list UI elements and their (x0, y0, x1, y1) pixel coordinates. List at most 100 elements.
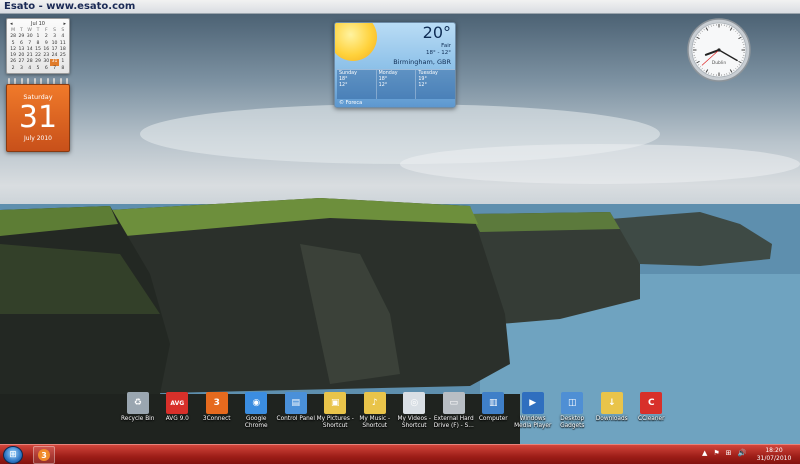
desktop-icon-avg[interactable]: AVG AVG 9.0 (158, 392, 198, 430)
desktop-icon-label-line: Chrome (244, 423, 268, 429)
taskbar-time: 18:20 (765, 447, 783, 454)
desktop-icon-label: Recycle Bin (121, 416, 154, 423)
windows-orb-icon[interactable]: ⊞ (3, 446, 23, 464)
system-tray: ▲ ⚑ ⊞ 🔊 (702, 449, 746, 457)
desktop-icon-recycle-bin[interactable]: ♻ Recycle Bin (118, 392, 158, 430)
desktop-icon-label-line: Windows (519, 416, 546, 422)
desktop-icon-label: Control Panel (277, 416, 315, 423)
3connect-icon: 3 (205, 392, 228, 414)
desktop-icon-label-line: Shortcut (401, 423, 427, 429)
chrome-icon: ◉ (245, 392, 268, 414)
computer-icon: ▥ (482, 392, 505, 414)
desktop-icon-my-pictures[interactable]: ▣ My Pictures - Shortcut (316, 392, 356, 430)
desktop-icon-label-line: My Videos - (397, 416, 431, 422)
desktop-icon-label-line: My Music - (359, 416, 391, 422)
sun-icon (335, 23, 377, 61)
3connect-taskbar-icon: 3 (38, 449, 50, 461)
desktop-icon-label: Downloads (596, 416, 628, 423)
calendar-date[interactable]: 4 (26, 66, 34, 72)
show-hidden-icons-icon[interactable]: ▲ (702, 449, 707, 457)
forecast-low: 12° (378, 83, 388, 88)
watermark-bar: Esato - www.esato.com (0, 0, 800, 14)
forecast-day: Sunday 18° 12° (337, 70, 377, 99)
calendar-date[interactable]: 3 (17, 66, 25, 72)
desktop-icon-desktop-gadgets[interactable]: ◫ Desktop Gadgets (553, 392, 593, 430)
folder-icon: ▣ (324, 392, 347, 414)
desktop-icon-windows-media-player[interactable]: ▶ Windows Media Player (513, 392, 553, 430)
clock-label: Dublin (712, 60, 727, 66)
ccleaner-icon: C (640, 392, 663, 414)
volume-icon[interactable]: 🔊 (738, 449, 747, 457)
desktop-icon-control-panel[interactable]: ▤ Control Panel (276, 392, 316, 430)
calendar-day-gadget[interactable]: Saturday 31 July 2010 (6, 84, 70, 152)
prev-month-arrow-icon[interactable]: ◂ (10, 21, 13, 27)
taskbar-clock[interactable]: 18:20 31/07/2010 (752, 447, 796, 463)
network-icon[interactable]: ⊞ (726, 449, 732, 457)
desktop-icon-label: My Pictures - Shortcut (317, 416, 354, 430)
desktop-icon-label-line: 3Connect (202, 416, 231, 422)
next-month-arrow-icon[interactable]: ▸ (63, 21, 66, 27)
weather-temperature: 20° (422, 23, 451, 42)
watermark-text: Esato - www.esato.com (4, 1, 136, 12)
calendar-date[interactable]: 2 (9, 66, 17, 72)
clock-gadget[interactable]: Dublin (686, 17, 752, 83)
desktop-icon-label: External Hard Drive (F) - S... (434, 416, 474, 430)
desktop-icon-label: AVG 9.0 (166, 416, 189, 423)
weather-gadget[interactable]: 20° Fair 18° - 12° Birmingham, GBR Sunda… (334, 22, 456, 108)
downloads-folder-icon: ↓ (600, 392, 623, 414)
forecast-low: 12° (339, 83, 348, 88)
desktop-icon-my-music[interactable]: ♪ My Music - Shortcut (355, 392, 395, 430)
weather-city: Birmingham, GBR (393, 58, 451, 66)
desktop-icon-label-line: Media Player (514, 423, 552, 429)
desktop-icon-google-chrome[interactable]: ◉ Google Chrome (237, 392, 277, 430)
control-panel-icon: ▤ (284, 392, 307, 414)
weather-condition: Fair (441, 43, 451, 49)
forecast-day: Monday 18° 12° (377, 70, 417, 99)
desktop-icon-label-line: Google (246, 416, 267, 422)
desktop-icon-label: My Music - Shortcut (359, 416, 390, 430)
desktop-icons: ♻ Recycle Bin AVG AVG 9.0 3 3Connect ◉ Google Ch… (118, 392, 671, 430)
hard-drive-icon: ▭ (442, 392, 465, 414)
desktop-icon-label-line: Drive (F) - S... (433, 423, 474, 429)
taskbar-pinned-3connect[interactable]: 3 (33, 446, 55, 464)
calendar-month-label: Jul 10 (31, 21, 45, 27)
desktop-icon-label: My Videos - Shortcut (398, 416, 431, 430)
desktop-icon-label: CCleaner (638, 416, 664, 423)
desktop-icon-label-line: Recycle Bin (121, 416, 155, 422)
calendar-month-gadget[interactable]: ◂ Jul 10 ▸ M T W T F S S 28 29 30 1 2 3 4 5 6 7 8 9 10 11 12 1… (6, 18, 70, 74)
desktop-icon-label-line: My Pictures - (316, 416, 354, 422)
avg-icon: AVG (166, 392, 189, 414)
calendar-grid: M T W T F S S 28 29 30 1 2 3 4 5 6 7 8 9 10 11 12 13 14 15 16 17 18… (7, 28, 69, 72)
desktop-icon-3connect[interactable]: 3 3Connect (197, 392, 237, 430)
desktop-icon-external-drive[interactable]: ▭ External Hard Drive (F) - S... (434, 392, 474, 430)
calendar-date[interactable]: 7 (50, 66, 58, 72)
weather-forecast: Sunday 18° 12° Monday 18° 12° Tuesday 19… (337, 69, 455, 99)
action-center-flag-icon[interactable]: ⚑ (713, 449, 719, 457)
weather-provider[interactable]: © Foreca (339, 100, 362, 106)
forecast-low: 12° (418, 83, 427, 88)
desktop-icon-my-videos[interactable]: ◎ My Videos - Shortcut (395, 392, 435, 430)
desktop-icon-label-line: Desktop (560, 416, 585, 422)
media-player-icon: ▶ (521, 392, 544, 414)
calendar-day-number: 31 (18, 100, 58, 135)
desktop-icon-downloads[interactable]: ↓ Downloads (592, 392, 632, 430)
calendar-date[interactable]: 6 (42, 66, 50, 72)
desktop-icon-label-line: Control Panel (276, 416, 315, 422)
taskbar: ⊞ 3 ▲ ⚑ ⊞ 🔊 18:20 31/07/2010 (0, 444, 800, 464)
desktop-icon-label-line: Shortcut (362, 423, 388, 429)
calendar-month-year: July 2010 (24, 135, 52, 142)
calendar-date[interactable]: 5 (34, 66, 42, 72)
desktop-icon-label: 3Connect (203, 416, 231, 423)
calendar-date[interactable]: 8 (59, 66, 67, 72)
taskbar-date: 31/07/2010 (756, 455, 792, 462)
desktop-icon-label: Computer (479, 416, 508, 423)
desktop-icon-label-line: CCleaner (638, 416, 665, 422)
forecast-day: Tuesday 19° 12° (416, 70, 455, 99)
desktop-icon-label: Windows Media Player (514, 416, 551, 430)
desktop-icon-computer[interactable]: ▥ Computer (474, 392, 514, 430)
desktop-icon-label-line: Gadgets (560, 423, 585, 429)
desktop-icon-label: Desktop Gadgets (560, 416, 584, 430)
desktop-icon-label: Google Chrome (245, 416, 268, 430)
desktop-icon-label-line: External Hard (433, 416, 474, 422)
desktop-icon-ccleaner[interactable]: C CCleaner (632, 392, 672, 430)
